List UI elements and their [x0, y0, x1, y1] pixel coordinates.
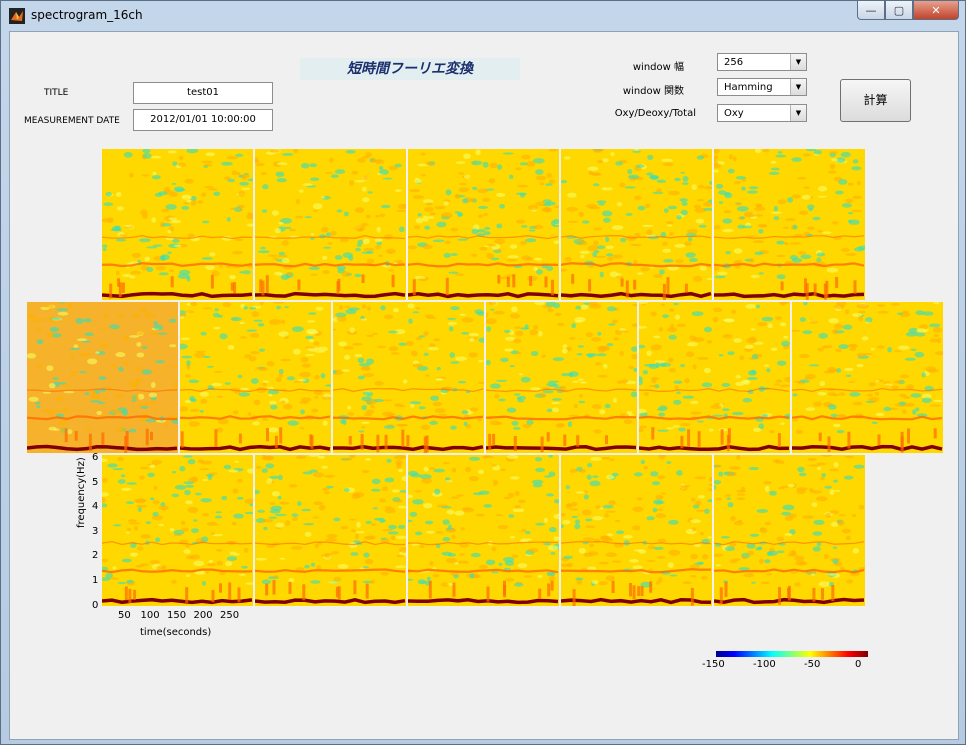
x-tick-label: 250	[220, 610, 240, 621]
spectrogram-ch10	[639, 302, 790, 453]
spectrogram-ch13	[255, 455, 406, 606]
y-tick-label: 6	[92, 452, 99, 463]
window-width-select[interactable]: 256 ▼	[717, 53, 807, 71]
app-window: spectrogram_16ch — ▢ ✕ TITLE test01 MEAS…	[0, 0, 966, 745]
measurement-date-label: MEASUREMENT DATE	[24, 116, 120, 126]
colorbar-tick-label: -50	[804, 659, 821, 670]
spectrogram-ch11	[792, 302, 943, 453]
x-tick-label: 50	[118, 610, 131, 621]
window-width-label: window 幅	[632, 62, 684, 73]
spectrogram-ch12	[102, 455, 253, 606]
restore-button[interactable]: ▢	[885, 1, 913, 20]
colorbar	[716, 651, 868, 657]
title-label: TITLE	[44, 88, 69, 98]
spectrogram-ch7	[180, 302, 331, 453]
spectrogram-ch1	[102, 149, 253, 300]
signal-type-value: Oxy	[724, 108, 744, 119]
colorbar-tick-label: 0	[855, 659, 862, 670]
x-axis-label: time(seconds)	[140, 627, 212, 638]
close-button[interactable]: ✕	[913, 1, 959, 20]
window-function-label: window 関数	[622, 86, 684, 97]
y-tick-label: 5	[92, 476, 99, 488]
chevron-down-icon: ▼	[790, 105, 806, 121]
spectrogram-ch6	[27, 302, 178, 453]
window-function-value: Hamming	[724, 82, 773, 93]
title-field[interactable]: test01	[133, 82, 273, 104]
window-function-select[interactable]: Hamming ▼	[717, 78, 807, 96]
y-tick-label: 2	[92, 550, 99, 562]
window-controls: — ▢ ✕	[857, 1, 959, 21]
spectrogram-ch4	[561, 149, 712, 300]
spectrogram-ch15	[561, 455, 712, 606]
spectrogram-ch3	[408, 149, 559, 300]
spectrogram-ch2	[255, 149, 406, 300]
colorbar-tick-label: -150	[702, 659, 725, 670]
signal-type-select[interactable]: Oxy ▼	[717, 104, 807, 122]
calculate-button[interactable]: 計算	[840, 79, 911, 122]
spectrogram-ch8	[333, 302, 484, 453]
spectrogram-ch9	[486, 302, 637, 453]
window-width-value: 256	[724, 57, 744, 68]
measurement-date-field[interactable]: 2012/01/01 10:00:00	[133, 109, 273, 131]
spectrogram-ch16	[714, 455, 865, 606]
signal-type-label: Oxy/Deoxy/Total	[614, 108, 696, 119]
y-tick-label: 4	[92, 501, 99, 513]
x-tick-label: 150	[167, 610, 187, 621]
figure-client-area: TITLE test01 MEASUREMENT DATE 2012/01/01…	[9, 31, 959, 740]
minimize-button[interactable]: —	[857, 1, 885, 20]
spectrogram-ch5	[714, 149, 865, 300]
colorbar-tick-label: -100	[753, 659, 776, 670]
chevron-down-icon: ▼	[790, 79, 806, 95]
spectrogram-ch14	[408, 455, 559, 606]
title-bar[interactable]: spectrogram_16ch — ▢ ✕	[1, 1, 965, 31]
matlab-icon	[9, 8, 25, 24]
x-tick-label: 200	[193, 610, 213, 621]
chevron-down-icon: ▼	[790, 54, 806, 70]
y-tick-label: 0	[92, 599, 99, 611]
y-axis-label: frequency(Hz)	[76, 457, 87, 528]
page-title: 短時間フーリエ変換	[300, 58, 520, 80]
y-tick-label: 3	[92, 525, 99, 537]
y-tick-label: 1	[92, 575, 99, 586]
x-tick-label: 100	[140, 610, 160, 621]
window-title: spectrogram_16ch	[31, 8, 143, 22]
